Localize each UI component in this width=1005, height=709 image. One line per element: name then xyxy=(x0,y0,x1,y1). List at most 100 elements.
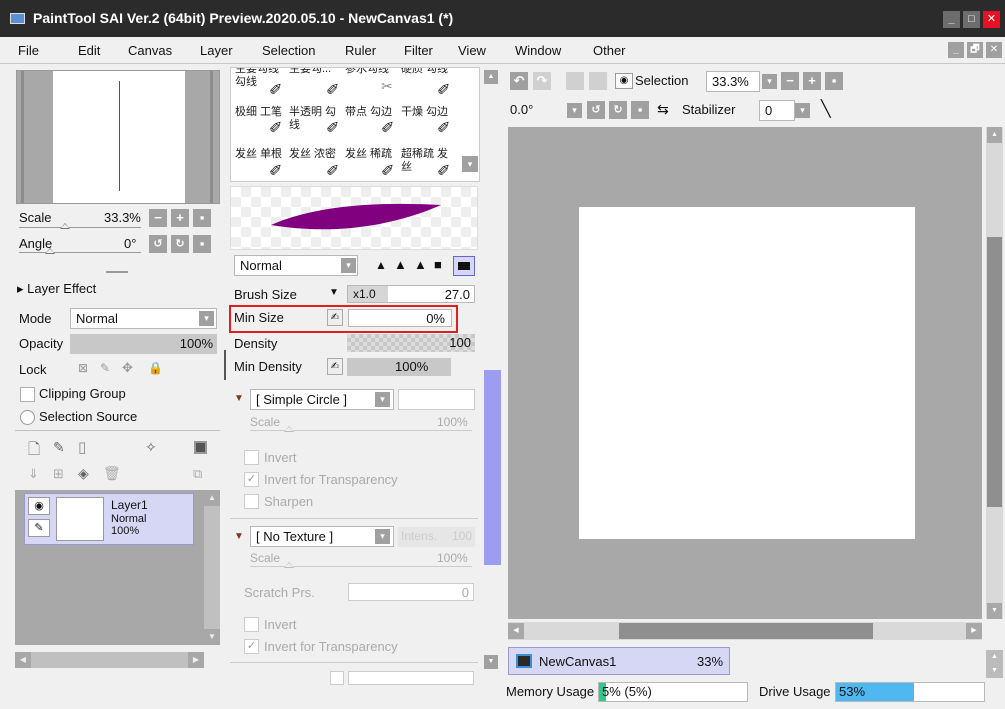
menu-selection[interactable]: Selection xyxy=(262,43,315,58)
clipping-group-checkbox[interactable] xyxy=(20,387,35,402)
scroll-down-arrow[interactable]: ▼ xyxy=(484,655,498,669)
canvas-rotate-right-button[interactable]: ↻ xyxy=(609,101,627,119)
line-tool-icon[interactable]: ╲ xyxy=(821,99,831,119)
deselect-button[interactable] xyxy=(566,72,584,90)
tip-shape-half[interactable]: ▲ xyxy=(414,257,427,272)
zoom-reset-button[interactable]: ▪ xyxy=(193,209,211,227)
brush-grid[interactable]: 主要勾线 勾线 主要勾... 参水勾线 硬质 勾线 极细 工笔 半透明 勾线 带… xyxy=(230,67,480,182)
menu-ruler[interactable]: Ruler xyxy=(345,43,376,58)
menu-layer[interactable]: Layer xyxy=(200,43,233,58)
partial-control[interactable] xyxy=(348,671,474,685)
canvas-tab-newcanvas1[interactable]: NewCanvas1 33% xyxy=(508,647,730,675)
brush-size-slider[interactable]: x1.0 27.0 xyxy=(347,285,475,303)
chevron-down-icon[interactable]: ▾ xyxy=(462,156,478,172)
mdi-close-button[interactable]: ✕ xyxy=(986,42,1002,58)
layer-list[interactable]: ◉ ✎ Layer1 Normal 100% xyxy=(15,490,204,645)
selection-visibility-eye-icon[interactable]: ◉ xyxy=(615,73,633,89)
texture-scale-thumb[interactable] xyxy=(284,562,294,568)
chevron-down-icon[interactable]: ▾ xyxy=(795,103,810,118)
scroll-left-arrow[interactable]: ◀ xyxy=(15,652,31,668)
invert-checkbox[interactable] xyxy=(244,450,259,465)
density-slider[interactable]: 100 xyxy=(347,334,475,352)
brush-shape-select[interactable]: [ Simple Circle ] xyxy=(250,389,394,410)
close-button[interactable]: ✕ xyxy=(983,11,1000,28)
scroll-down-arrow[interactable]: ▼ xyxy=(987,603,1002,619)
canvas-rotate-left-button[interactable]: ↺ xyxy=(587,101,605,119)
scroll-down-arrow[interactable]: ▼ xyxy=(986,664,1003,678)
tip-shape-flat-selected[interactable] xyxy=(453,256,475,276)
opacity-slider[interactable]: 100% xyxy=(70,334,217,354)
menu-other[interactable]: Other xyxy=(593,43,626,58)
layer-mask-icon[interactable]: ✧ xyxy=(145,439,157,456)
nav-scale-slider-thumb[interactable] xyxy=(60,223,70,229)
flip-horizontal-icon[interactable]: ⇆ xyxy=(657,101,669,118)
rotate-left-button[interactable]: ↺ xyxy=(149,235,167,253)
pressure-icon[interactable]: ✍ xyxy=(327,358,343,375)
canvas-vscroll-thumb[interactable] xyxy=(987,237,1002,507)
canvas-hscrollbar[interactable]: ◀ ▶ xyxy=(508,622,982,640)
texture-select[interactable]: [ No Texture ] xyxy=(250,526,394,547)
chevron-down-icon[interactable]: ▾ xyxy=(199,311,214,326)
min-size-slider[interactable]: 0% xyxy=(348,309,452,327)
zoom-in-button[interactable]: + xyxy=(171,209,189,227)
nav-angle-slider-thumb[interactable] xyxy=(45,248,55,254)
chevron-down-icon[interactable]: ▾ xyxy=(762,74,777,89)
merge-down-icon[interactable]: ⊞ xyxy=(53,466,64,482)
stabilizer-select[interactable]: 0 xyxy=(759,100,795,121)
scroll-up-arrow[interactable]: ▲ xyxy=(484,70,498,84)
scratch-pressure-slider[interactable]: 0 xyxy=(348,583,474,601)
chevron-down-icon[interactable]: ▾ xyxy=(567,103,582,118)
new-layer-icon[interactable]: 🗋 xyxy=(28,439,40,464)
scroll-right-arrow[interactable]: ▶ xyxy=(188,652,204,668)
brush-panel-scrollbar-thumb[interactable] xyxy=(484,370,501,565)
menu-window[interactable]: Window xyxy=(515,43,561,58)
texture-intensity-slider[interactable]: Intens. 100 xyxy=(398,527,475,547)
section-collapse-arrow[interactable]: ▼ xyxy=(234,393,244,404)
panel-resize-handle[interactable] xyxy=(224,350,226,380)
tip-shape-triangle-small[interactable]: ▲ xyxy=(375,258,387,272)
mdi-minimize-button[interactable]: _ xyxy=(948,42,964,58)
canvas-page[interactable] xyxy=(579,207,915,539)
scroll-up-arrow[interactable]: ▲ xyxy=(987,127,1002,143)
canvas-rotate-reset-button[interactable]: ▪ xyxy=(631,101,649,119)
layer-effect-toggle[interactable]: ▸ Layer Effect xyxy=(17,281,96,297)
section-collapse-arrow[interactable]: ▼ xyxy=(234,531,244,542)
scroll-down-arrow[interactable]: ▼ xyxy=(204,629,220,645)
new-folder-icon[interactable]: ▯ xyxy=(78,438,86,456)
chevron-down-icon[interactable]: ▾ xyxy=(375,392,390,407)
apply-mask-icon[interactable] xyxy=(194,441,207,454)
tip-shape-triangle-medium[interactable]: ▲ xyxy=(394,257,407,272)
tip-shape-square[interactable]: ■ xyxy=(434,257,442,272)
selection-source-radio[interactable] xyxy=(20,410,35,425)
chevron-down-icon[interactable]: ▾ xyxy=(341,258,356,273)
texture-invert-checkbox[interactable] xyxy=(244,617,259,632)
lock-paint-icon[interactable]: ✎ xyxy=(100,361,110,375)
canvas-hscroll-thumb[interactable] xyxy=(619,623,873,639)
minimize-button[interactable]: _ xyxy=(943,11,960,28)
delete-layer-icon[interactable]: 🗑 xyxy=(103,465,121,482)
invert-selection-button[interactable] xyxy=(589,72,607,90)
clear-layer-icon[interactable]: ◈ xyxy=(78,465,89,482)
lock-move-icon[interactable]: ✥ xyxy=(122,360,133,376)
zoom-out-button[interactable]: − xyxy=(149,209,167,227)
zoom-select[interactable]: 33.3% xyxy=(706,71,760,92)
panel-splitter[interactable] xyxy=(106,271,128,273)
new-linework-layer-icon[interactable]: ✎ xyxy=(53,439,65,456)
menu-view[interactable]: View xyxy=(458,43,486,58)
navigator-preview[interactable] xyxy=(16,70,220,204)
chevron-down-icon[interactable]: ▾ xyxy=(375,529,390,544)
min-density-slider[interactable]: 100% xyxy=(347,358,451,376)
scroll-up-arrow[interactable]: ▲ xyxy=(986,650,1003,664)
merge-visible-icon[interactable]: ⧉ xyxy=(193,466,202,482)
pressure-icon[interactable]: ✍ xyxy=(327,309,343,326)
nav-scale-slider-track[interactable] xyxy=(19,227,141,228)
canvas-viewport[interactable] xyxy=(508,127,982,619)
brush-blend-select[interactable]: Normal xyxy=(234,255,358,276)
maximize-button[interactable]: □ xyxy=(963,11,980,28)
menu-filter[interactable]: Filter xyxy=(404,43,433,58)
canvas-vscrollbar[interactable]: ▲ ▼ xyxy=(986,127,1003,619)
layer-list-hscrollbar[interactable]: ◀ ▶ xyxy=(15,652,204,668)
partial-control[interactable] xyxy=(330,671,344,685)
redo-button[interactable]: ↷ xyxy=(533,72,551,90)
lock-all-icon[interactable]: 🔒 xyxy=(148,361,163,375)
